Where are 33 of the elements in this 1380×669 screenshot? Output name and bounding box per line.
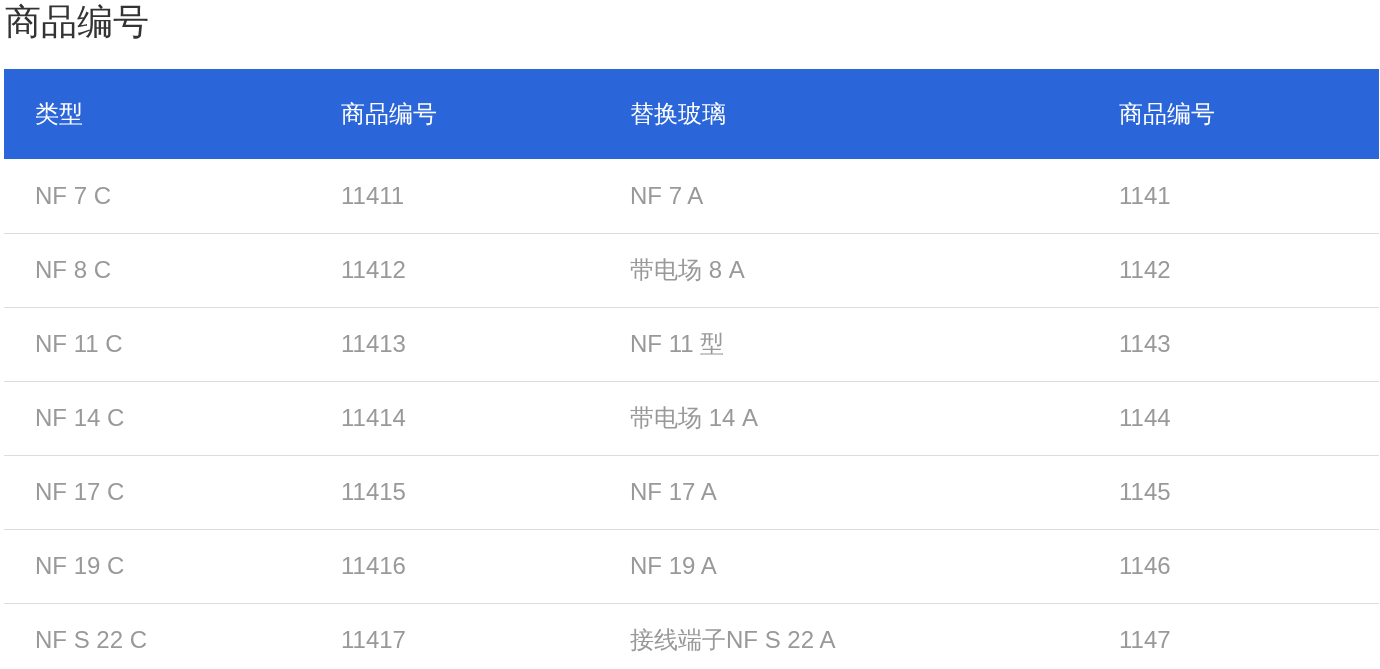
table-cell: NF 19 A xyxy=(599,529,1088,603)
table-cell: 1147 xyxy=(1088,603,1379,669)
table-cell: NF 11 型 xyxy=(599,307,1088,381)
table-cell: 带电场 14 A xyxy=(599,381,1088,455)
page-title: 商品编号 xyxy=(4,0,150,44)
table-cell: NF 14 C xyxy=(4,381,310,455)
table-cell: NF 17 A xyxy=(599,455,1088,529)
table-cell: NF 7 A xyxy=(599,159,1088,233)
column-header: 商品编号 xyxy=(1088,69,1379,159)
table-cell: 1141 xyxy=(1088,159,1379,233)
table-cell: NF S 22 C xyxy=(4,603,310,669)
table-cell: 11417 xyxy=(310,603,599,669)
table-cell: 带电场 8 A xyxy=(599,233,1088,307)
table-cell: 11413 xyxy=(310,307,599,381)
column-header: 商品编号 xyxy=(310,69,599,159)
table-cell: 11414 xyxy=(310,381,599,455)
table-cell: NF 7 C xyxy=(4,159,310,233)
table-cell: 11416 xyxy=(310,529,599,603)
table-cell: 11411 xyxy=(310,159,599,233)
table-cell: NF 11 C xyxy=(4,307,310,381)
table-cell: NF 8 C xyxy=(4,233,310,307)
table-cell: NF 17 C xyxy=(4,455,310,529)
table-cell: 11415 xyxy=(310,455,599,529)
column-header: 替换玻璃 xyxy=(599,69,1088,159)
table-cell: 接线端子NF S 22 A xyxy=(599,603,1088,669)
column-header: 类型 xyxy=(4,69,310,159)
table-cell: 1143 xyxy=(1088,307,1379,381)
table-cell: 1145 xyxy=(1088,455,1379,529)
table-cell: 11412 xyxy=(310,233,599,307)
table-cell: 1146 xyxy=(1088,529,1379,603)
table-cell: NF 19 C xyxy=(4,529,310,603)
table-cell: 1144 xyxy=(1088,381,1379,455)
table-cell: 1142 xyxy=(1088,233,1379,307)
